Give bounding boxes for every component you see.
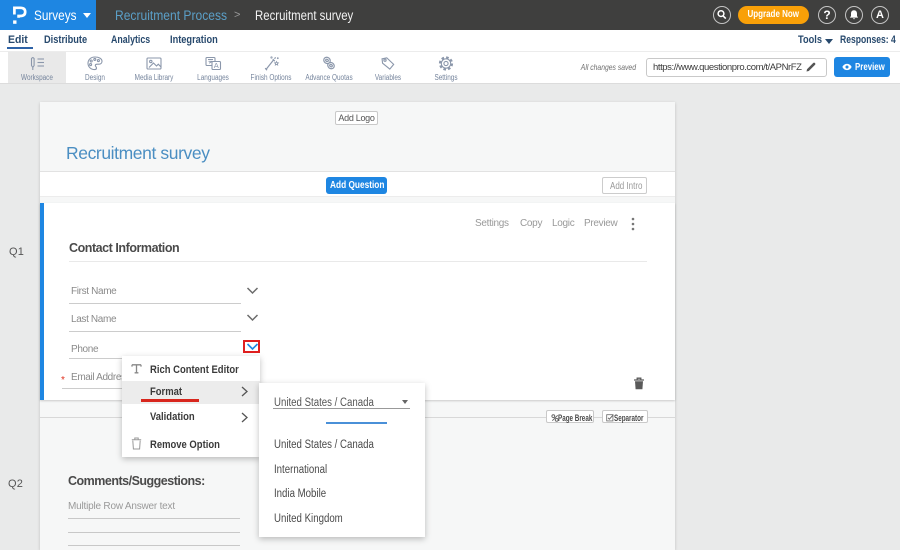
svg-text:A: A (213, 61, 218, 70)
